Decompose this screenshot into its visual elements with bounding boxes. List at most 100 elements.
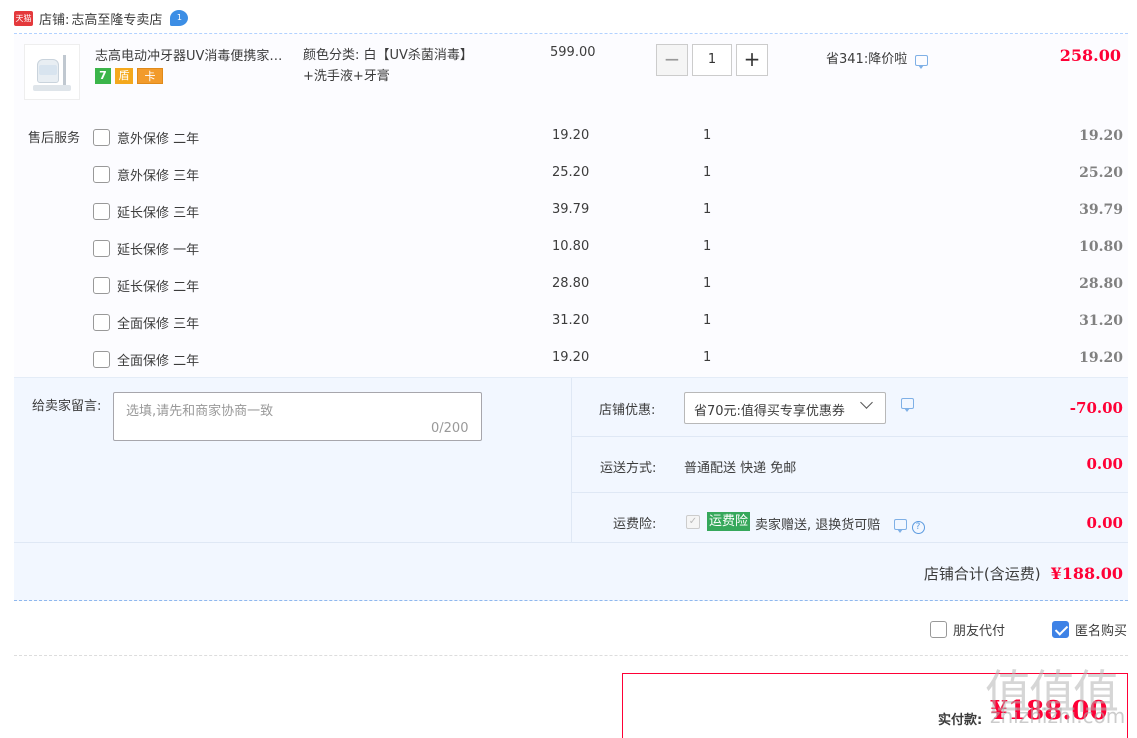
after-sales-price: 25.20 (552, 165, 590, 180)
product-title-link[interactable]: 志高电动冲牙器UV消毒便携家… (95, 45, 290, 64)
store-total-value: ¥188.00 (1050, 564, 1123, 583)
after-sales-option[interactable]: 全面保修 三年 (93, 312, 199, 332)
anonymous-label: 匿名购买 (1075, 624, 1128, 639)
after-sales-total: 25.20 (1079, 165, 1123, 181)
credit-card-icon[interactable]: 卡 (137, 68, 163, 84)
after-sales-qty: 1 (703, 313, 712, 328)
product-sku: 颜色分类: 白【UV杀菌消毒】 +洗手液+牙膏 (303, 45, 503, 87)
after-sales-checkbox[interactable] (93, 350, 110, 368)
after-sales-option[interactable]: 全面保修 二年 (93, 349, 199, 369)
insurance-tag: 运费险 (707, 512, 751, 531)
after-sales-checkbox[interactable] (93, 239, 110, 257)
payment-label: 实付款: (938, 713, 983, 728)
guarantee-shield-icon[interactable]: 盾 (115, 68, 133, 84)
after-sales-name: 延长保修 三年 (117, 205, 200, 221)
after-sales-total: 31.20 (1079, 313, 1123, 329)
seller-message-placeholder: 选填,请先和商家协商一致 (126, 404, 274, 419)
after-sales-qty: 1 (703, 128, 712, 143)
saving-text: 省341:降价啦 (826, 52, 908, 67)
shipping-label: 运送方式: (600, 461, 657, 476)
after-sales-checkbox[interactable] (93, 128, 110, 146)
after-sales-total: 10.80 (1079, 239, 1123, 255)
section-divider (14, 600, 1128, 601)
after-sales-qty: 1 (703, 239, 712, 254)
after-sales-total: 39.79 (1079, 202, 1123, 218)
after-sales-name: 延长保修 二年 (117, 279, 200, 295)
coupon-label: 店铺优惠: (599, 403, 656, 418)
coupon-amount: -70.00 (1069, 399, 1123, 417)
quantity-minus-button[interactable]: − (656, 44, 688, 76)
seller-message-label: 给卖家留言: (32, 399, 102, 414)
shipping-amount: 0.00 (1086, 455, 1123, 473)
after-sales-checkbox[interactable] (93, 202, 110, 220)
product-thumbnail[interactable] (24, 44, 80, 100)
store-label: 店铺: (39, 12, 70, 28)
tmall-logo-icon: 天猫 (14, 10, 33, 26)
after-sales-name: 意外保修 三年 (117, 168, 200, 184)
friend-pay-label: 朋友代付 (953, 624, 1006, 639)
after-sales-total: 19.20 (1079, 350, 1123, 366)
after-sales-total: 28.80 (1079, 276, 1123, 292)
after-sales-qty: 1 (703, 202, 712, 217)
sku-line-1: 颜色分类: 白【UV杀菌消毒】 (303, 48, 473, 63)
after-sales-option[interactable]: 延长保修 二年 (93, 275, 199, 295)
insurance-amount: 0.00 (1086, 514, 1123, 532)
after-sales-option[interactable]: 延长保修 三年 (93, 201, 199, 221)
quantity-stepper: − 1 + (656, 44, 768, 76)
seven-day-return-icon[interactable]: 7 (95, 68, 111, 84)
after-sales-price: 28.80 (552, 276, 590, 291)
wangwang-chat-icon[interactable]: 1 (170, 10, 189, 26)
after-sales-checkbox[interactable] (93, 313, 110, 331)
friend-pay-option[interactable]: 朋友代付 (930, 620, 1005, 639)
after-sales-name: 全面保修 三年 (117, 316, 200, 332)
saving-info: 省341:降价啦 (826, 48, 929, 69)
coupon-comment-icon[interactable] (901, 398, 914, 412)
after-sales-name: 意外保修 二年 (117, 131, 200, 147)
after-sales-price: 39.79 (552, 202, 590, 217)
after-sales-checkbox[interactable] (93, 165, 110, 183)
seller-message-counter: 0/200 (431, 421, 469, 436)
store-header: 天猫 店铺: 志高至隆专卖店 1 (14, 6, 189, 30)
insurance-checkbox[interactable]: ✓ (686, 515, 700, 529)
panel-divider (572, 492, 1128, 493)
unit-price: 599.00 (550, 45, 596, 60)
help-question-icon[interactable]: ? (911, 521, 925, 534)
product-badges: 7 盾 卡 (95, 68, 163, 84)
after-sales-price: 19.20 (552, 350, 590, 365)
watermark-site: zhizhizhi.com (990, 704, 1126, 728)
after-sales-price: 31.20 (552, 313, 590, 328)
after-sales-qty: 1 (703, 165, 712, 180)
after-sales-name: 延长保修 一年 (117, 242, 200, 258)
panel-divider (572, 436, 1128, 437)
after-sales-option[interactable]: 意外保修 三年 (93, 164, 199, 184)
after-sales-option[interactable]: 延长保修 一年 (93, 238, 199, 258)
after-sales-qty: 1 (703, 350, 712, 365)
after-sales-option[interactable]: 意外保修 二年 (93, 127, 199, 147)
insurance-desc-text: 卖家赠送, 退换货可赔 (755, 518, 881, 533)
after-sales-price: 10.80 (552, 239, 590, 254)
quantity-input[interactable]: 1 (692, 44, 732, 76)
panel-divider (14, 542, 1128, 543)
store-name-link[interactable]: 志高至隆专卖店 (71, 9, 162, 28)
friend-pay-checkbox[interactable] (930, 621, 947, 638)
coupon-selected-value: 省70元:值得买专享优惠券 (694, 404, 845, 419)
sku-line-2: +洗手液+牙膏 (303, 69, 390, 84)
product-total: 258.00 (1059, 46, 1121, 65)
quantity-plus-button[interactable]: + (736, 44, 768, 76)
shipping-method: 普通配送 快递 免邮 (684, 461, 797, 476)
after-sales-total: 19.20 (1079, 128, 1123, 144)
store-total: 店铺合计(含运费) ¥188.00 (924, 563, 1123, 584)
anonymous-checkbox[interactable] (1052, 621, 1069, 638)
anonymous-option[interactable]: 匿名购买 (1052, 620, 1127, 639)
after-sales-price: 19.20 (552, 128, 590, 143)
insurance-comment-icon[interactable] (894, 519, 908, 533)
after-sales-qty: 1 (703, 276, 712, 291)
after-sales-label: 售后服务 (28, 131, 81, 146)
section-divider (14, 655, 1128, 656)
insurance-description: 卖家赠送, 退换货可赔 ? (755, 514, 925, 534)
insurance-label: 运费险: (613, 517, 657, 532)
after-sales-name: 全面保修 二年 (117, 353, 200, 369)
comment-icon[interactable] (915, 55, 929, 69)
after-sales-checkbox[interactable] (93, 276, 110, 294)
store-total-label: 店铺合计(含运费) (923, 565, 1041, 583)
